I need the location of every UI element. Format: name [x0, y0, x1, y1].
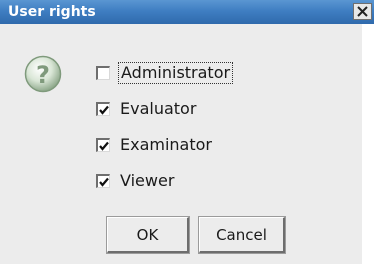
close-button[interactable]	[353, 3, 372, 20]
checkbox-administrator-box[interactable]	[96, 66, 110, 80]
close-icon	[357, 6, 368, 17]
checkbox-viewer-box[interactable]	[96, 174, 110, 188]
ok-button[interactable]: OK	[106, 216, 190, 254]
checkmark-icon	[99, 177, 109, 187]
checkbox-examinator-label: Examinator	[120, 135, 212, 154]
checkbox-evaluator-label: Evaluator	[120, 99, 197, 118]
checkmark-icon	[99, 141, 109, 151]
question-icon: ?	[24, 55, 62, 93]
checkbox-examinator[interactable]: Examinator	[96, 132, 214, 158]
checkbox-administrator[interactable]: Administrator	[96, 60, 234, 86]
checkbox-administrator-label: Administrator	[118, 62, 234, 84]
dialog-title: User rights	[8, 4, 96, 20]
cancel-button[interactable]: Cancel	[198, 216, 286, 254]
checkbox-viewer-label: Viewer	[120, 171, 175, 190]
checkbox-examinator-box[interactable]	[96, 138, 110, 152]
checkbox-viewer[interactable]: Viewer	[96, 168, 176, 194]
user-rights-dialog: User rights ? Administrator Evaluator Ex…	[0, 0, 374, 264]
checkbox-evaluator-box[interactable]	[96, 102, 110, 116]
svg-text:?: ?	[36, 61, 50, 89]
checkmark-icon	[99, 105, 109, 115]
dialog-titlebar[interactable]: User rights	[0, 0, 374, 24]
checkbox-evaluator[interactable]: Evaluator	[96, 96, 198, 122]
